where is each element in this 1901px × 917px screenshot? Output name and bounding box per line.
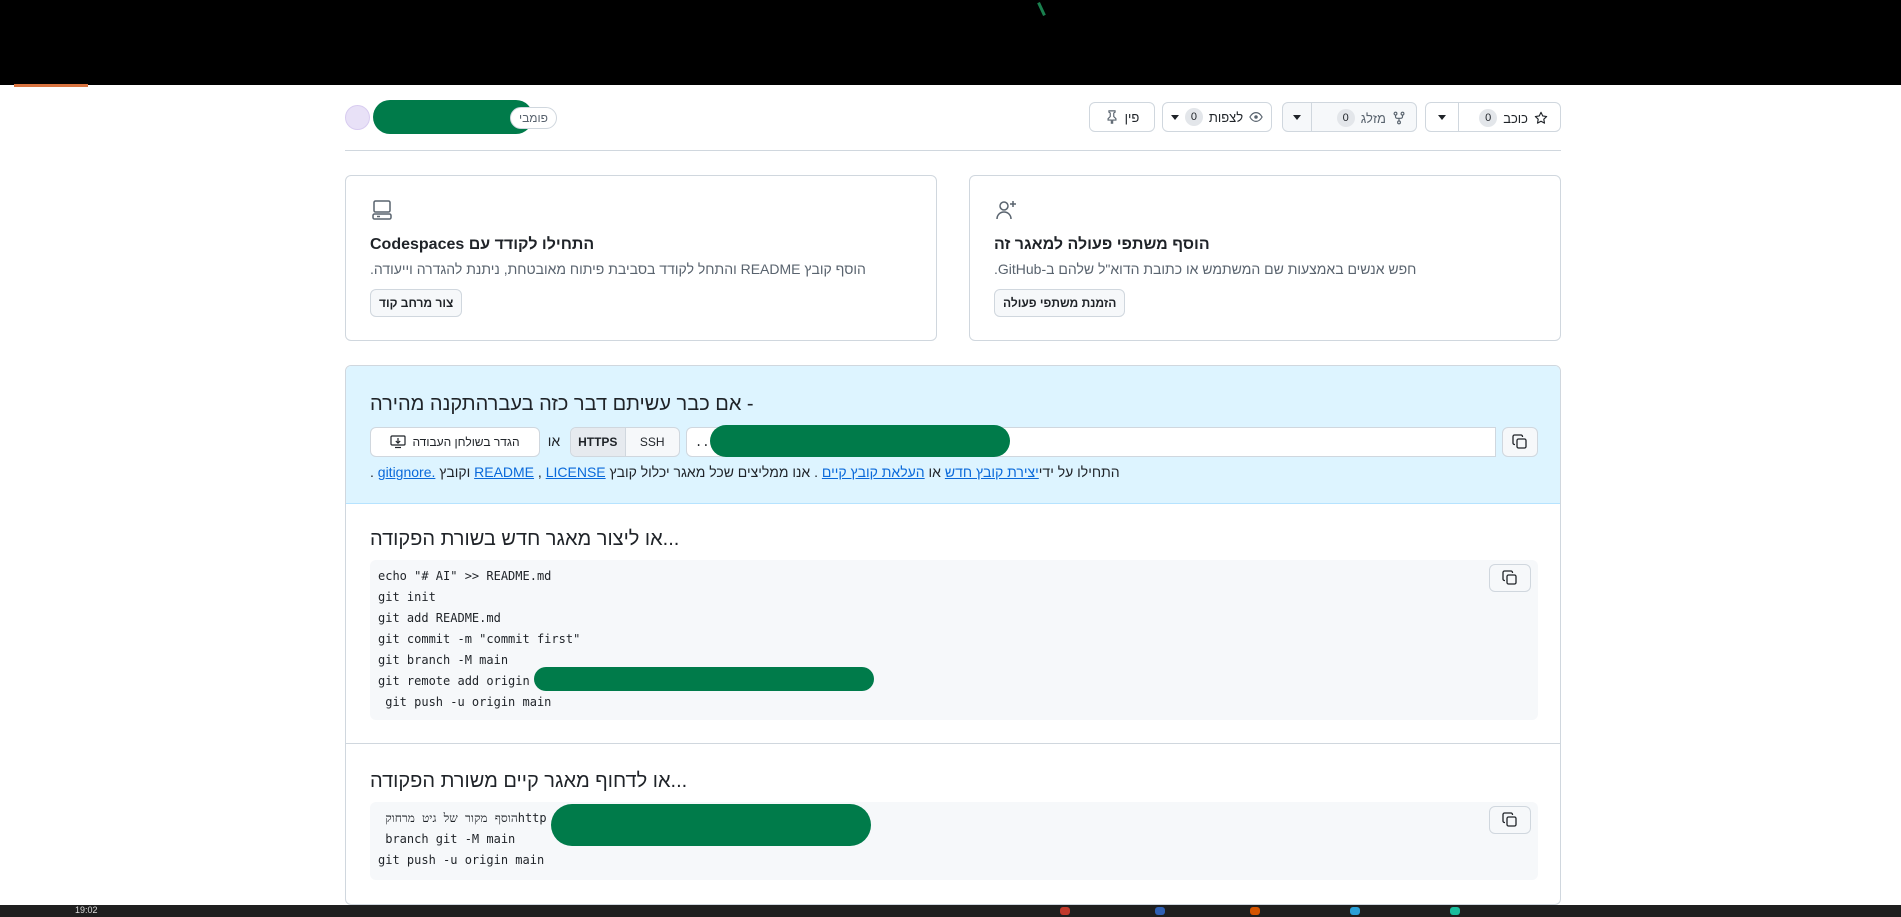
star-count: 0 — [1479, 109, 1498, 127]
active-tab-indicator — [14, 84, 88, 87]
protocol-ssh[interactable]: SSH — [626, 428, 680, 456]
fork-button[interactable]: מזלג 0 — [1282, 102, 1417, 132]
pin-icon — [1107, 110, 1117, 124]
chevron-down-icon — [1170, 114, 1179, 120]
cursor-mark — [1037, 2, 1046, 16]
copy-icon — [1502, 570, 1517, 585]
code-line: git init — [378, 590, 436, 604]
create-repo-code: echo "# AI" >> README.md git init git add … — [370, 560, 1538, 720]
hint-and: וקובץ — [439, 464, 471, 480]
upload-file-link[interactable]: העלאת קובץ קיים — [822, 464, 925, 480]
star-divider — [1458, 103, 1459, 131]
or-label: או — [547, 433, 561, 449]
header-divider — [345, 150, 1561, 151]
clone-url-row: הגדר בשולחן העבודה או HTTPS SSH — [370, 425, 1538, 457]
star-label: כוכב — [1503, 110, 1528, 126]
copy-icon — [1512, 434, 1527, 449]
quick-setup: - אם כבר עשיתם דבר כזה בעברהתקנה מהירה ה… — [346, 366, 1560, 504]
copy-create-code-button[interactable] — [1489, 564, 1531, 592]
os-taskbar: 19:02 — [0, 905, 1901, 917]
codespaces-description: הוסף קובץ README והתחל לקודד בסביבת פיתו… — [370, 261, 866, 277]
fork-label: מזלג — [1360, 110, 1386, 126]
readme-link[interactable]: README — [474, 464, 534, 480]
codespaces-card: התחילו לקודד עם Codespaces הוסף קובץ REA… — [345, 175, 937, 341]
collaborators-title: הוסף משתפי פעולה למאגר זה — [994, 236, 1210, 253]
watch-label: לצפות — [1208, 109, 1244, 125]
create-codespace-button[interactable]: צור מרחב קוד — [370, 289, 463, 317]
watch-count: 0 — [1184, 108, 1203, 126]
pin-button[interactable]: פין — [1089, 102, 1155, 132]
hint-recommend: . אנו ממליצים שכל מאגר יכלול קובץ — [609, 464, 818, 480]
taskbar-app-icon[interactable] — [1060, 907, 1070, 915]
invite-collaborators-button[interactable]: הזמנת משתפי פעולה — [994, 289, 1126, 317]
copy-url-button[interactable] — [1502, 427, 1538, 457]
code-line: git push -u origin main — [378, 695, 552, 709]
quick-setup-hint: התחילו על ידייצירת קובץ חדש או העלאת קוב… — [370, 464, 1120, 480]
chevron-down-icon — [1438, 115, 1446, 120]
fork-divider — [1311, 103, 1312, 131]
redacted-clone-url — [710, 425, 1010, 457]
fork-count: 0 — [1336, 109, 1355, 127]
redacted-remote-url — [534, 667, 874, 691]
taskbar-app-icon[interactable] — [1450, 907, 1460, 915]
collaborators-card: הוסף משתפי פעולה למאגר זה חפש אנשים באמצ… — [969, 175, 1561, 341]
copy-icon — [1502, 812, 1517, 827]
desktop-download-icon — [390, 435, 407, 449]
desktop-button-label: הגדר בשולחן העבודה — [412, 435, 520, 449]
create-repo-title: ...או ליצור מאגר חדש בשורת הפקודה — [370, 528, 680, 550]
code-line: git push -u origin main — [378, 853, 545, 867]
quick-setup-suffix: - אם כבר עשיתם דבר כזה בעבר — [488, 393, 754, 415]
copy-push-code-button[interactable] — [1489, 806, 1531, 834]
push-repo-code: הוסף מקור של גיט מרחוקhttp branch git -M… — [370, 802, 1538, 880]
person-add-icon — [996, 201, 1016, 220]
fork-icon — [1393, 111, 1405, 125]
setup-panel: - אם כבר עשיתם דבר כזה בעברהתקנה מהירה ה… — [345, 365, 1561, 905]
quick-setup-title: - אם כבר עשיתם דבר כזה בעברהתקנה מהירה — [370, 393, 1560, 416]
taskbar-clock: 19:02 — [75, 905, 98, 915]
taskbar-app-icon[interactable] — [1155, 907, 1165, 915]
setup-desktop-button[interactable]: הגדר בשולחן העבודה — [370, 427, 540, 457]
protocol-switch: HTTPS SSH — [570, 427, 680, 457]
code-line: git commit -m "commit first" — [378, 632, 581, 646]
create-repo-section: ...או ליצור מאגר חדש בשורת הפקודה echo "… — [346, 504, 1560, 744]
collaborators-description: חפש אנשים באמצעות שם המשתמש או כתובת הדו… — [994, 261, 1417, 277]
redacted-push-url — [551, 804, 871, 846]
codespaces-icon — [372, 200, 392, 220]
protocol-https[interactable]: HTTPS — [571, 428, 626, 456]
push-repo-title: ...או לדחוף מאגר קיים משורת הפקודה — [370, 770, 688, 792]
new-file-link[interactable]: יצירת קובץ חדש — [945, 464, 1039, 480]
hint-or: או — [928, 464, 941, 480]
pin-label: פין — [1124, 109, 1140, 125]
code-line: branch git -M main — [378, 832, 516, 846]
hint-end: . — [370, 464, 374, 480]
browser-top-bar — [0, 0, 1901, 87]
taskbar-app-icon[interactable] — [1350, 907, 1360, 915]
codespaces-title: התחילו לקודד עם Codespaces — [370, 236, 595, 253]
watch-button[interactable]: לצפות 0 — [1162, 102, 1272, 132]
push-repo-section: ...או לדחוף מאגר קיים משורת הפקודה הוסף … — [346, 744, 1560, 904]
avatar[interactable] — [345, 105, 370, 130]
taskbar-app-icon[interactable] — [1250, 907, 1260, 915]
gitignore-link[interactable]: .gitignore — [378, 464, 436, 480]
chevron-down-icon — [1293, 115, 1301, 120]
star-icon — [1534, 111, 1548, 124]
eye-icon — [1249, 112, 1263, 122]
redacted-repo-name — [373, 100, 533, 134]
quick-setup-heading: התקנה מהירה — [370, 393, 489, 415]
visibility-badge: פומבי — [510, 107, 557, 129]
license-link[interactable]: LICENSE — [546, 464, 606, 480]
code-line: git add README.md — [378, 611, 501, 625]
star-button[interactable]: כוכב 0 — [1425, 102, 1561, 132]
code-line: echo "# AI" >> README.md — [378, 569, 552, 583]
hint-prefix: התחילו על ידי — [1038, 464, 1120, 480]
